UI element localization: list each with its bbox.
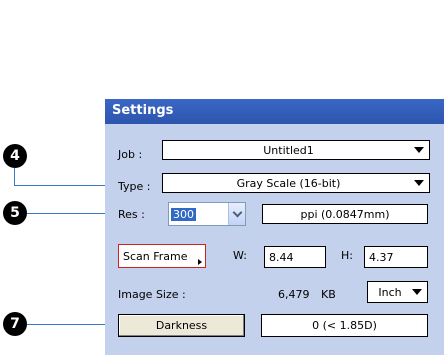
width-label: W: [233, 249, 247, 262]
height-field[interactable]: 4.37 [364, 246, 428, 268]
leader-line-5 [27, 213, 109, 214]
image-size-label: Image Size : [118, 288, 186, 301]
height-label: H: [341, 249, 353, 262]
image-size-value: 6,479 [278, 288, 310, 301]
type-dropdown[interactable]: Gray Scale (16-bit) [162, 173, 430, 193]
res-value: 300 [171, 207, 196, 221]
chevron-down-icon [232, 207, 242, 218]
job-dropdown[interactable]: Untitled1 [162, 140, 430, 160]
res-unit-field: ppi (0.0847mm) [262, 204, 428, 224]
callout-4: 4 [3, 144, 27, 168]
leader-line-4 [14, 168, 110, 186]
dropdown-arrow-icon [412, 289, 422, 295]
panel-title: Settings [112, 103, 174, 118]
image-size-unit: KB [321, 288, 336, 301]
callout-5: 5 [3, 201, 27, 225]
type-label: Type : [118, 180, 151, 193]
darkness-button[interactable]: Darkness [118, 314, 245, 337]
type-value: Gray Scale (16-bit) [236, 176, 341, 190]
darkness-value-field: 0 (< 1.85D) [261, 314, 428, 337]
res-label: Res : [118, 208, 145, 221]
job-label: Job : [118, 148, 143, 161]
width-field[interactable]: 8.44 [264, 246, 326, 268]
dropdown-arrow-icon [414, 147, 424, 153]
dropdown-arrow-icon [414, 180, 424, 186]
scan-frame-button[interactable]: Scan Frame [118, 244, 206, 268]
right-triangle-icon [198, 259, 202, 265]
unit-value: Inch [378, 285, 402, 299]
callout-7: 7 [3, 312, 27, 336]
scan-frame-label: Scan Frame [123, 249, 188, 263]
res-select[interactable]: 300 [168, 202, 246, 226]
res-dropdown-button[interactable] [228, 203, 245, 225]
unit-dropdown[interactable]: Inch [367, 281, 428, 303]
job-value: Untitled1 [263, 143, 314, 157]
